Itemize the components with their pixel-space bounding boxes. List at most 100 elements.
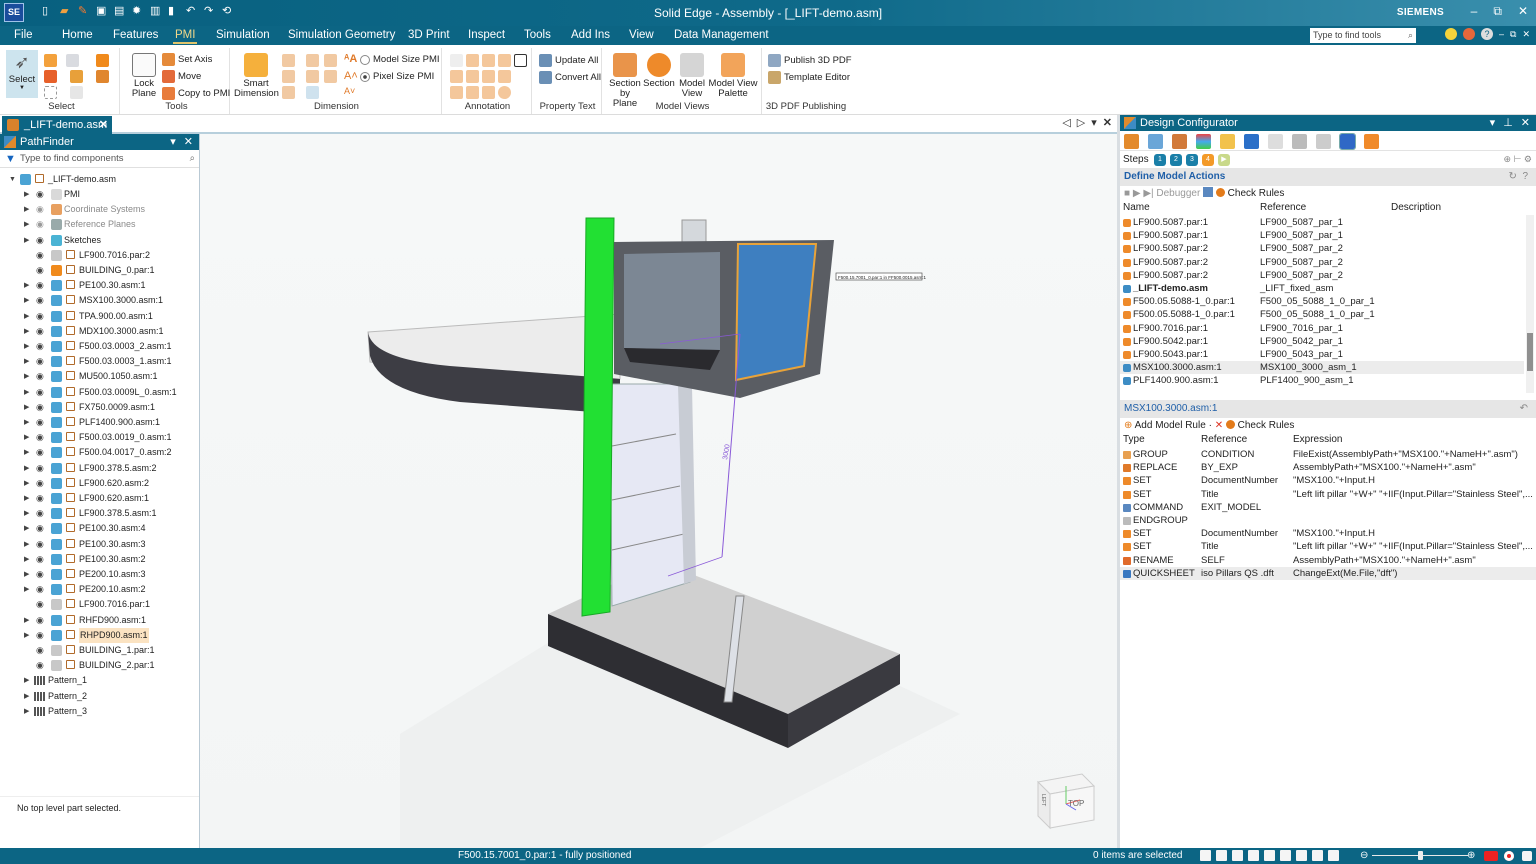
view-icon[interactable] (1196, 134, 1211, 149)
model-size-pmi-radio[interactable]: Model Size PMI (360, 54, 440, 65)
expand-arrow-icon[interactable]: ▶ (24, 537, 29, 552)
column-type[interactable]: Type (1123, 434, 1145, 445)
expand-arrow-icon[interactable]: ▶ (24, 202, 29, 217)
eye-icon[interactable]: ◉ (36, 309, 44, 324)
table-row[interactable]: PLF1400.900.asm:1 PLF1400_900_asm_1 (1120, 374, 1524, 387)
tab-simulation[interactable]: Simulation (216, 29, 270, 41)
eye-icon[interactable]: ◉ (36, 582, 44, 597)
expand-arrow-icon[interactable]: ▶ (24, 278, 29, 293)
coordinate-dimension-icon[interactable] (324, 54, 337, 67)
filter-icon[interactable] (44, 54, 57, 67)
tab-prev-icon[interactable]: ◁ (1062, 116, 1070, 129)
table-row[interactable]: LF900.5087.par:1 LF900_5087_par_1 (1120, 216, 1524, 229)
callout-icon[interactable] (450, 54, 463, 67)
eye-icon[interactable]: ◉ (36, 278, 44, 293)
step-icon[interactable]: ▶| (1143, 188, 1153, 199)
set-axis-button[interactable]: Set Axis (162, 53, 212, 66)
panel-close-icon[interactable]: ✕ (184, 134, 193, 150)
chamfer-dimension-icon[interactable] (282, 86, 295, 99)
pixel-size-pmi-radio[interactable]: Pixel Size PMI (360, 71, 434, 82)
smart-dimension-button[interactable]: Smart Dimension (234, 53, 279, 99)
rule-row[interactable]: COMMAND EXIT_MODEL (1120, 501, 1536, 514)
text-box-icon[interactable] (514, 54, 527, 67)
eye-icon[interactable]: ◉ (36, 187, 44, 202)
tab-list-icon[interactable]: ▾ (1091, 116, 1097, 129)
table-row[interactable]: _LIFT-demo.asm _LIFT_fixed_asm (1120, 282, 1524, 295)
eye-icon[interactable]: ◉ (36, 613, 44, 628)
eye-icon[interactable]: ◉ (36, 430, 44, 445)
pan-icon[interactable] (1248, 850, 1259, 861)
doc-restore-icon[interactable]: ⧉ (1510, 29, 1516, 40)
rule-row[interactable]: RENAME SELF AssemblyPath+"MSX100."+NameH+"… (1120, 554, 1536, 567)
eye-icon[interactable]: ◉ (36, 415, 44, 430)
model-view-palette-button[interactable]: Model View Palette (708, 53, 758, 99)
heatmap-icon[interactable] (1244, 134, 1259, 149)
select-options-icon[interactable] (70, 86, 83, 99)
leader-icon[interactable] (466, 54, 479, 67)
highlight-icon[interactable] (96, 54, 109, 67)
eye-icon[interactable]: ◉ (36, 293, 44, 308)
tab-pmi[interactable]: PMI (172, 29, 198, 44)
expand-arrow-icon[interactable]: ▶ (24, 385, 29, 400)
lock-plane-button[interactable]: Lock Plane (128, 53, 160, 99)
center-mark-icon[interactable] (466, 70, 479, 83)
refresh-icon[interactable]: ↻ (1508, 171, 1516, 182)
smiley-happy-icon[interactable] (1445, 28, 1457, 40)
scrollbar-thumb[interactable] (1527, 333, 1533, 371)
actions-icon[interactable] (1364, 134, 1379, 149)
minimize-button[interactable]: – (1471, 4, 1478, 19)
zoom-slider-thumb[interactable] (1418, 851, 1423, 860)
template-editor-button[interactable]: Template Editor (768, 71, 850, 84)
help-icon[interactable]: ? (1481, 28, 1493, 40)
weld-icon[interactable] (498, 54, 511, 67)
structure-icon[interactable] (1148, 134, 1163, 149)
expand-arrow-icon[interactable]: ▶ (24, 293, 29, 308)
expand-arrow-icon[interactable]: ▶ (24, 354, 29, 369)
eye-icon[interactable]: ◉ (36, 521, 44, 536)
grid-icon[interactable] (1220, 134, 1235, 149)
eye-icon[interactable]: ◉ (36, 400, 44, 415)
eye-icon[interactable]: ◉ (36, 537, 44, 552)
close-tab-icon[interactable]: ✕ (99, 116, 108, 134)
expand-arrow-icon[interactable]: ▶ (24, 628, 29, 643)
find-tools-input[interactable]: Type to find tools ⌕ (1310, 28, 1416, 43)
filter-icon[interactable]: ▼ (5, 150, 16, 168)
eye-icon[interactable]: ◉ (36, 476, 44, 491)
debugger-window-icon[interactable] (1203, 187, 1214, 197)
column-expression[interactable]: Expression (1293, 434, 1342, 445)
text-decrease-icon[interactable]: A˅ (344, 86, 355, 96)
box-select-icon[interactable] (44, 86, 57, 99)
dimension-style-icon[interactable] (306, 86, 319, 99)
distance-dimension-icon[interactable] (282, 70, 295, 83)
eye-icon[interactable]: ◉ (36, 445, 44, 460)
expand-arrow-icon[interactable]: ▶ (24, 415, 29, 430)
text-size-icon[interactable]: ᴬA (344, 53, 357, 65)
undo-icon[interactable]: ↶ (1520, 400, 1528, 418)
eye-icon[interactable]: ◉ (36, 248, 44, 263)
fit-icon[interactable] (1232, 850, 1243, 861)
table-row[interactable]: LF900.5087.par:1 LF900_5087_par_1 (1120, 229, 1524, 242)
link-icon[interactable] (1316, 134, 1331, 149)
panel-menu-icon[interactable]: ▾ (1490, 115, 1496, 131)
check-rules-button[interactable]: Check Rules (1228, 188, 1285, 199)
table-row[interactable]: F500.05.5088-1_0.par:1 F500_05_5088_1_0_p… (1120, 295, 1524, 308)
step-3[interactable]: 3 (1186, 154, 1198, 166)
tab-home[interactable]: Home (62, 29, 93, 41)
rule-row[interactable]: REPLACE BY_EXP AssemblyPath+"MSX100."+Name… (1120, 461, 1536, 474)
eye-icon[interactable]: ◉ (36, 643, 44, 658)
update-all-button[interactable]: Update All (539, 54, 598, 67)
feature-control-frame-icon[interactable] (498, 70, 511, 83)
table-row[interactable]: MSX100.3000.asm:1 MSX100_3000_asm_1 (1120, 361, 1524, 375)
doc-minimize-icon[interactable]: – (1499, 29, 1504, 39)
table-row[interactable]: F500.05.5088-1_0.par:1 F500_05_5088_1_0_p… (1120, 308, 1524, 321)
eye-icon[interactable]: ◉ (36, 597, 44, 612)
column-reference[interactable]: Reference (1260, 202, 1306, 213)
rule-row[interactable]: QUICKSHEET iso Pillars QS .dft ChangeExt(M… (1120, 566, 1536, 580)
eye-icon[interactable]: ◉ (36, 506, 44, 521)
expand-arrow-icon[interactable]: ▶ (24, 309, 29, 324)
rule-row[interactable]: SET DocumentNumber "MSX100."+Input.H (1120, 527, 1536, 540)
symmetric-dimension-icon[interactable] (324, 70, 337, 83)
tab-data-management[interactable]: Data Management (674, 29, 769, 41)
expand-arrow-icon[interactable]: ▶ (24, 582, 29, 597)
help-icon[interactable]: ? (1522, 171, 1528, 182)
